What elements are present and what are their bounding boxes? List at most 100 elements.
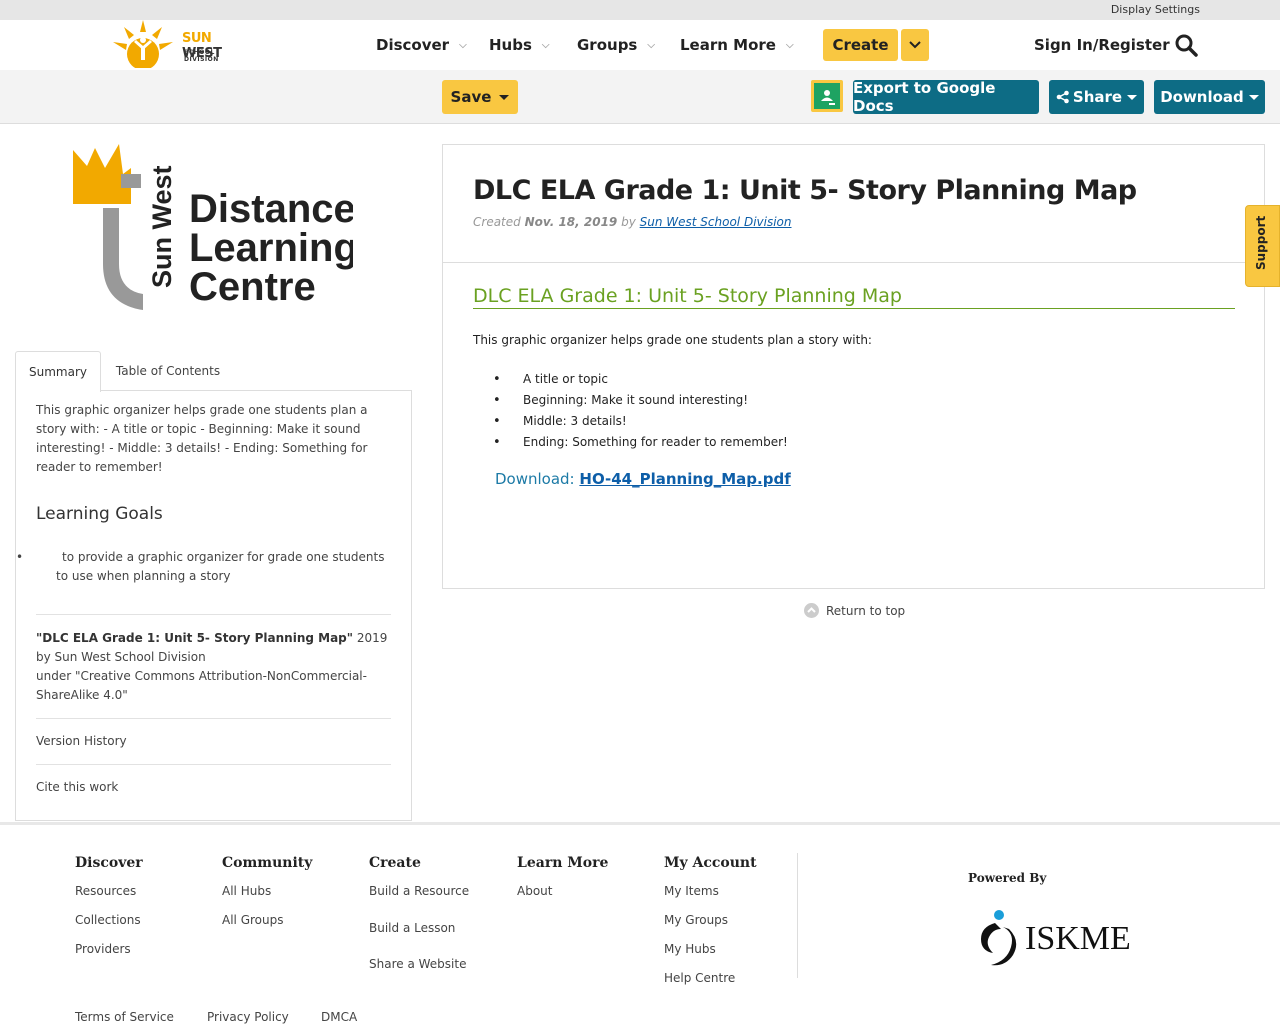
license-info: "DLC ELA Grade 1: Unit 5- Story Planning…	[36, 629, 396, 705]
nav-discover[interactable]: Discover ⌵	[376, 36, 467, 54]
share-button[interactable]: Share	[1049, 80, 1144, 114]
powered-by-label: Powered By	[968, 871, 1047, 885]
footer-link-collections[interactable]: Collections	[75, 913, 141, 927]
iskme-text: ISKME	[1025, 920, 1131, 957]
iskme-logo[interactable]: ISKME	[975, 907, 1150, 969]
nav-groups[interactable]: Groups ⌵	[577, 36, 655, 54]
arrow-up-icon	[804, 603, 819, 618]
share-icon	[1056, 90, 1069, 104]
footer-link-all-hubs[interactable]: All Hubs	[222, 884, 271, 898]
export-google-docs-button[interactable]: Export to Google Docs	[853, 79, 1039, 115]
download-line: Download: HO-44_Planning_Map.pdf	[495, 470, 791, 488]
footer-col-title: Learn More	[517, 855, 609, 871]
dlc-line3: Centre	[189, 265, 316, 309]
list-item: • to provide a graphic organizer for grad…	[16, 550, 385, 583]
footer-link-providers[interactable]: Providers	[75, 942, 131, 956]
nav-hubs[interactable]: Hubs ⌵	[489, 36, 550, 54]
dlc-logo: Sun West Distance Learning Centre	[73, 144, 358, 318]
learning-goals-list: • to provide a graphic organizer for grad…	[16, 548, 396, 586]
footer-link-dmca[interactable]: DMCA	[321, 1010, 357, 1024]
cite-work-link[interactable]: Cite this work	[36, 780, 118, 794]
sidebar-tabs: Summary Table of Contents	[15, 351, 412, 392]
footer-link-terms[interactable]: Terms of Service	[75, 1010, 174, 1024]
divider	[36, 764, 391, 765]
summary-panel: This graphic organizer helps grade one s…	[15, 390, 412, 821]
display-settings-link[interactable]: Display Settings	[1111, 3, 1200, 16]
footer-link-resources[interactable]: Resources	[75, 884, 136, 898]
google-classroom-icon[interactable]	[811, 80, 843, 112]
footer-link-about[interactable]: About	[517, 884, 552, 898]
resource-toolbar: Save Export to Google Docs Share Downloa…	[0, 70, 1280, 124]
divider	[36, 614, 391, 615]
caret-down-icon	[1127, 94, 1138, 100]
dlc-line1: Distance	[189, 187, 353, 231]
caret-down-icon	[1248, 94, 1259, 100]
version-history-link[interactable]: Version History	[36, 734, 127, 748]
caret-down-icon	[499, 94, 510, 100]
chevron-down-icon: ⌵	[459, 40, 467, 51]
summary-text: This graphic organizer helps grade one s…	[36, 403, 368, 474]
nav-learn-more[interactable]: Learn More ⌵	[680, 36, 794, 54]
sign-in-register-link[interactable]: Sign In/Register	[1034, 36, 1170, 54]
footer-link-build-resource[interactable]: Build a Resource	[369, 884, 469, 898]
dlc-line2: Learning	[189, 226, 353, 270]
sun-icon	[113, 20, 173, 70]
list-item: • Beginning: Make it sound interesting!	[493, 390, 788, 411]
utility-bar: Display Settings	[0, 0, 1280, 20]
bullet-icon: •	[493, 372, 501, 387]
resource-meta: Created Nov. 18, 2019 by Sun West School…	[473, 215, 792, 229]
return-to-top-link[interactable]: Return to top	[804, 603, 905, 618]
license-under: under "Creative Commons Attribution-NonC…	[36, 669, 367, 702]
download-button[interactable]: Download	[1154, 80, 1265, 114]
create-button[interactable]: Create	[823, 29, 898, 61]
license-title: "DLC ELA Grade 1: Unit 5- Story Planning…	[36, 631, 354, 645]
site-footer: Discover Resources Collections Providers…	[0, 822, 1280, 1024]
bullet-icon: •	[493, 435, 501, 450]
chevron-down-icon: ⌵	[647, 40, 655, 51]
create-dropdown-button[interactable]	[901, 29, 929, 61]
page-title: DLC ELA Grade 1: Unit 5- Story Planning …	[473, 175, 1137, 206]
chevron-down-icon	[909, 41, 921, 49]
footer-link-all-groups[interactable]: All Groups	[222, 913, 283, 927]
section-title: DLC ELA Grade 1: Unit 5- Story Planning …	[473, 285, 1235, 309]
footer-link-privacy[interactable]: Privacy Policy	[207, 1010, 289, 1024]
sun-west-logo[interactable]: SUN WEST SCHOOL DIVISION	[112, 20, 252, 70]
site-header: SUN WEST SCHOOL DIVISION Discover ⌵ Hubs ⌵…	[0, 20, 1280, 70]
created-date: Nov. 18, 2019	[524, 215, 618, 229]
footer-link-help-centre[interactable]: Help Centre	[664, 971, 735, 985]
footer-col-title: My Account	[664, 855, 757, 871]
support-tab[interactable]: Support	[1245, 205, 1280, 287]
footer-col-title: Discover	[75, 855, 143, 871]
resource-content: DLC ELA Grade 1: Unit 5- Story Planning …	[442, 144, 1265, 589]
dlc-vertical-text: Sun West	[147, 165, 177, 288]
author-link[interactable]: Sun West School Division	[640, 215, 792, 229]
download-file-link[interactable]: HO-44_Planning_Map.pdf	[579, 470, 790, 488]
tab-summary[interactable]: Summary	[15, 351, 101, 392]
footer-divider	[797, 853, 798, 978]
footer-link-my-groups[interactable]: My Groups	[664, 913, 728, 927]
bullet-icon: •	[16, 550, 24, 564]
bullet-icon: •	[493, 393, 501, 408]
footer-col-title: Create	[369, 855, 421, 871]
save-button[interactable]: Save	[442, 80, 518, 114]
footer-link-my-items[interactable]: My Items	[664, 884, 719, 898]
footer-link-build-lesson[interactable]: Build a Lesson	[369, 921, 455, 935]
content-list: • A title or topic • Beginning: Make it so…	[493, 369, 788, 453]
list-item: • Ending: Something for reader to remembe…	[493, 432, 788, 453]
logo-subtitle: SCHOOL DIVISION	[184, 49, 219, 63]
tab-table-of-contents[interactable]: Table of Contents	[105, 351, 231, 391]
resource-header: DLC ELA Grade 1: Unit 5- Story Planning …	[443, 145, 1264, 263]
chevron-down-icon: ⌵	[785, 40, 794, 51]
logo-sun-text: SUN	[182, 31, 212, 46]
footer-col-title: Community	[222, 855, 313, 871]
intro-text: This graphic organizer helps grade one s…	[473, 333, 872, 347]
footer-link-share-website[interactable]: Share a Website	[369, 957, 466, 971]
learning-goals-title: Learning Goals	[36, 504, 163, 524]
search-icon[interactable]	[1174, 33, 1198, 57]
footer-link-my-hubs[interactable]: My Hubs	[664, 942, 716, 956]
list-item: • A title or topic	[493, 369, 788, 390]
chevron-down-icon: ⌵	[541, 40, 550, 51]
list-item: • Middle: 3 details!	[493, 411, 788, 432]
divider	[36, 718, 391, 719]
bullet-icon: •	[493, 414, 501, 429]
